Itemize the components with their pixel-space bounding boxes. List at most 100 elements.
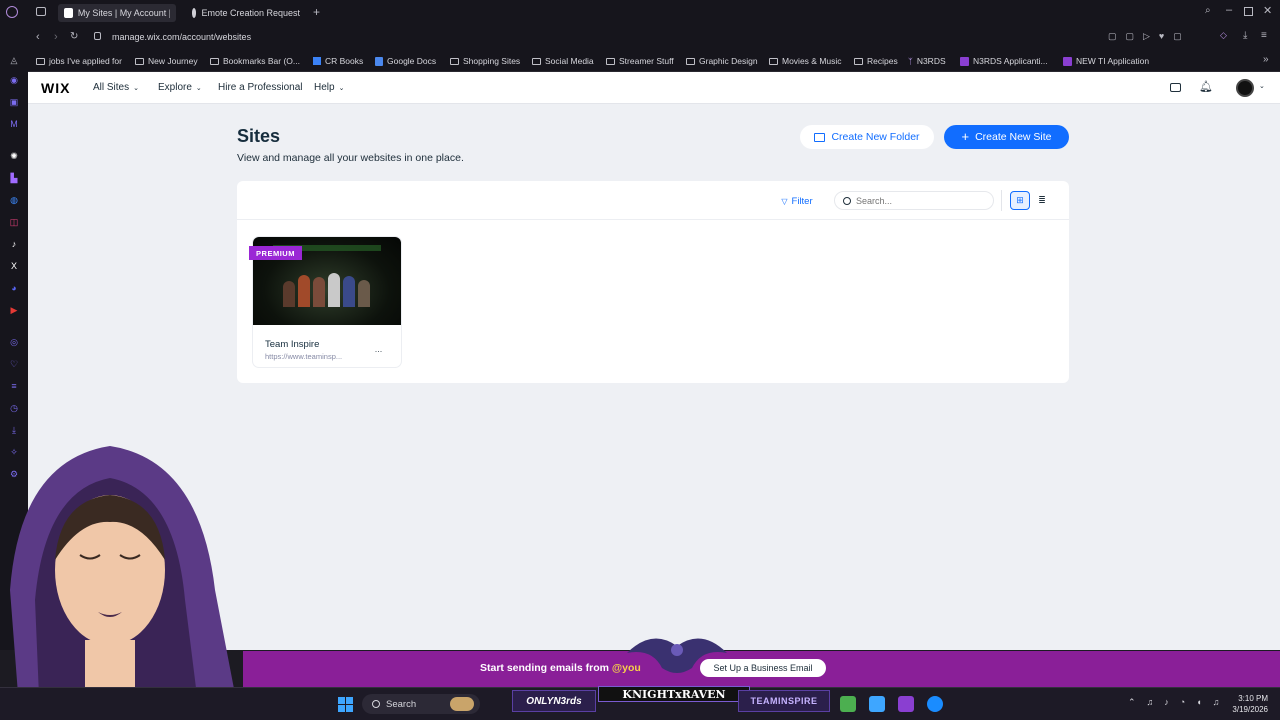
bookmark-new-ti-application[interactable]: NEW TI Application xyxy=(1063,54,1149,68)
sidebar-download-icon[interactable]: ⤓ xyxy=(8,424,20,436)
site-name[interactable]: Team Inspire xyxy=(265,339,319,350)
wix-top-nav xyxy=(28,72,1280,104)
taskbar-twitch-icon[interactable] xyxy=(898,696,914,712)
sidebar-aria-icon[interactable]: ◬ xyxy=(8,54,20,66)
bookmark-shopping-sites[interactable]: Shopping Sites xyxy=(450,54,520,68)
list-view-button[interactable]: ≣ xyxy=(1032,191,1052,210)
sidebar-list-icon[interactable]: ≡ xyxy=(8,380,20,392)
filter-icon: ▽ xyxy=(781,196,788,206)
folder-icon xyxy=(686,57,695,65)
url-field[interactable]: manage.wix.com/account/websites xyxy=(112,32,251,42)
bookmark-recipes[interactable]: Recipes xyxy=(854,54,898,68)
nav-hire-professional[interactable]: Hire a Professional xyxy=(218,82,302,93)
folder-icon xyxy=(36,57,45,65)
grid-view-button[interactable]: ⊞ xyxy=(1010,191,1030,210)
download-icon[interactable]: ⤓ xyxy=(1243,30,1247,41)
taskbar-app-icon[interactable] xyxy=(840,696,856,712)
ti-app-icon xyxy=(1063,56,1072,66)
tab-manager-icon[interactable] xyxy=(36,7,46,16)
system-tray-icons[interactable]: ⌃♫♪◔◖♫ xyxy=(1128,697,1230,708)
bookmark-cr-books[interactable]: CR Books xyxy=(313,54,363,68)
extension-icon[interactable]: ◇ xyxy=(1220,30,1227,41)
avatar[interactable] xyxy=(1236,79,1254,97)
avatar-chevron-icon[interactable]: ⌄ xyxy=(1259,82,1265,90)
opera-logo-icon[interactable] xyxy=(6,6,18,18)
taskbar-edge-icon[interactable] xyxy=(927,696,943,712)
sidebar-photo-icon[interactable]: ▣ xyxy=(8,96,20,108)
site-more-actions-button[interactable]: ... xyxy=(370,342,387,356)
sidebar-chatgpt-icon[interactable]: ✺ xyxy=(8,150,20,162)
chevron-down-icon: ⌄ xyxy=(133,84,139,92)
team-inspire-logo: TEAMINSPIRE xyxy=(738,690,830,712)
taskbar-clock[interactable]: 3:10 PM 3/19/2026 xyxy=(1224,693,1268,715)
notifications-bell-icon[interactable]: 🔔︎ xyxy=(1199,80,1213,93)
close-window-icon[interactable]: ✕ xyxy=(1263,4,1272,17)
bookmark-bookmarks-bar[interactable]: Bookmarks Bar (O... xyxy=(210,54,300,68)
globe-favicon-icon xyxy=(192,8,197,18)
promo-text: Start sending emails from @you xyxy=(480,662,641,674)
search-box[interactable] xyxy=(834,191,994,210)
search-icon xyxy=(372,700,380,708)
bookmark-graphic-design[interactable]: Graphic Design xyxy=(686,54,758,68)
sidebar-user-icon[interactable]: ◉ xyxy=(8,74,20,86)
wix-favicon-icon xyxy=(64,8,73,18)
panel-divider xyxy=(237,219,1069,220)
nav-help[interactable]: Help ⌄ xyxy=(314,82,344,93)
search-input[interactable] xyxy=(856,195,976,206)
nav-explore[interactable]: Explore ⌄ xyxy=(158,82,202,93)
site-url[interactable]: https://www.teaminsp... xyxy=(265,352,357,361)
streamer-avatar-overlay xyxy=(10,446,240,720)
menu-icon[interactable]: ≡ xyxy=(1261,30,1267,41)
more-bookmarks-icon[interactable]: » xyxy=(1263,54,1269,65)
back-icon[interactable]: ‹ xyxy=(36,31,40,43)
sidebar-twitch-icon[interactable]: ▙ xyxy=(8,172,20,184)
folder-icon xyxy=(769,57,778,65)
bookmark-social-media[interactable]: Social Media xyxy=(532,54,594,68)
google-docs-icon xyxy=(375,56,383,66)
tab-my-sites[interactable]: My Sites | My Account | W xyxy=(58,4,176,22)
messages-icon[interactable] xyxy=(1170,83,1181,92)
sidebar-tiktok-icon[interactable]: ♪ xyxy=(8,238,20,250)
bookmark-streamer-stuff[interactable]: Streamer Stuff xyxy=(606,54,674,68)
taskbar-search[interactable]: Search xyxy=(362,694,480,714)
sidebar-x-icon[interactable]: X xyxy=(8,260,20,272)
bookmark-google-docs[interactable]: Google Docs xyxy=(375,54,436,68)
folder-icon xyxy=(606,57,615,65)
team-photo xyxy=(283,267,373,307)
folder-plus-icon xyxy=(814,132,826,142)
page-subtitle: View and manage all your websites in one… xyxy=(237,152,464,164)
bookmark-n3rds-applicant[interactable]: N3RDS Applicanti... xyxy=(960,54,1048,68)
search-tabs-icon[interactable]: ⌕ xyxy=(1205,5,1211,16)
sidebar-m-icon[interactable]: M xyxy=(8,118,20,130)
toolbar-extension-icons[interactable]: ▢▢▷♥▢ xyxy=(1108,31,1191,42)
windows-start-icon[interactable] xyxy=(338,697,353,712)
taskbar-notepad-icon[interactable] xyxy=(869,696,885,712)
sidebar-instagram-icon[interactable]: ◫ xyxy=(8,216,20,228)
create-new-site-button[interactable]: + Create New Site xyxy=(944,125,1069,149)
sidebar-music-icon[interactable]: ◎ xyxy=(8,336,20,348)
setup-business-email-button[interactable]: Set Up a Business Email xyxy=(700,659,826,677)
new-tab-icon[interactable]: + xyxy=(313,5,320,19)
bookmark-n3rds[interactable]: ᛉ N3RDS xyxy=(908,54,946,68)
sidebar-messenger-icon[interactable]: ◍ xyxy=(8,194,20,206)
wix-logo[interactable]: WIX xyxy=(41,80,70,96)
folder-icon xyxy=(210,57,219,65)
bookmark-new-journey[interactable]: New Journey xyxy=(135,54,198,68)
minimize-icon[interactable]: – xyxy=(1226,4,1232,16)
reload-icon[interactable]: ↻ xyxy=(70,31,78,42)
bookmark-movies-music[interactable]: Movies & Music xyxy=(769,54,842,68)
search-highlight-icon xyxy=(450,697,474,711)
forward-icon[interactable]: › xyxy=(54,31,58,43)
nav-all-sites[interactable]: All Sites ⌄ xyxy=(93,82,139,93)
bookmark-jobs[interactable]: jobs I've applied for xyxy=(36,54,122,68)
folder-icon xyxy=(854,57,863,65)
sidebar-heart-icon[interactable]: ♡ xyxy=(8,358,20,370)
maximize-icon[interactable] xyxy=(1244,7,1253,16)
sidebar-history-icon[interactable]: ◷ xyxy=(8,402,20,414)
create-new-folder-button[interactable]: Create New Folder xyxy=(800,125,934,149)
sidebar-youtube-icon[interactable]: ▶ xyxy=(8,304,20,316)
tab-emote-creation[interactable]: Emote Creation Request xyxy=(186,4,306,22)
filter-button[interactable]: ▽ Filter xyxy=(769,192,825,210)
sidebar-discord-icon[interactable]: ◕ xyxy=(8,282,20,294)
folder-icon xyxy=(450,57,459,65)
